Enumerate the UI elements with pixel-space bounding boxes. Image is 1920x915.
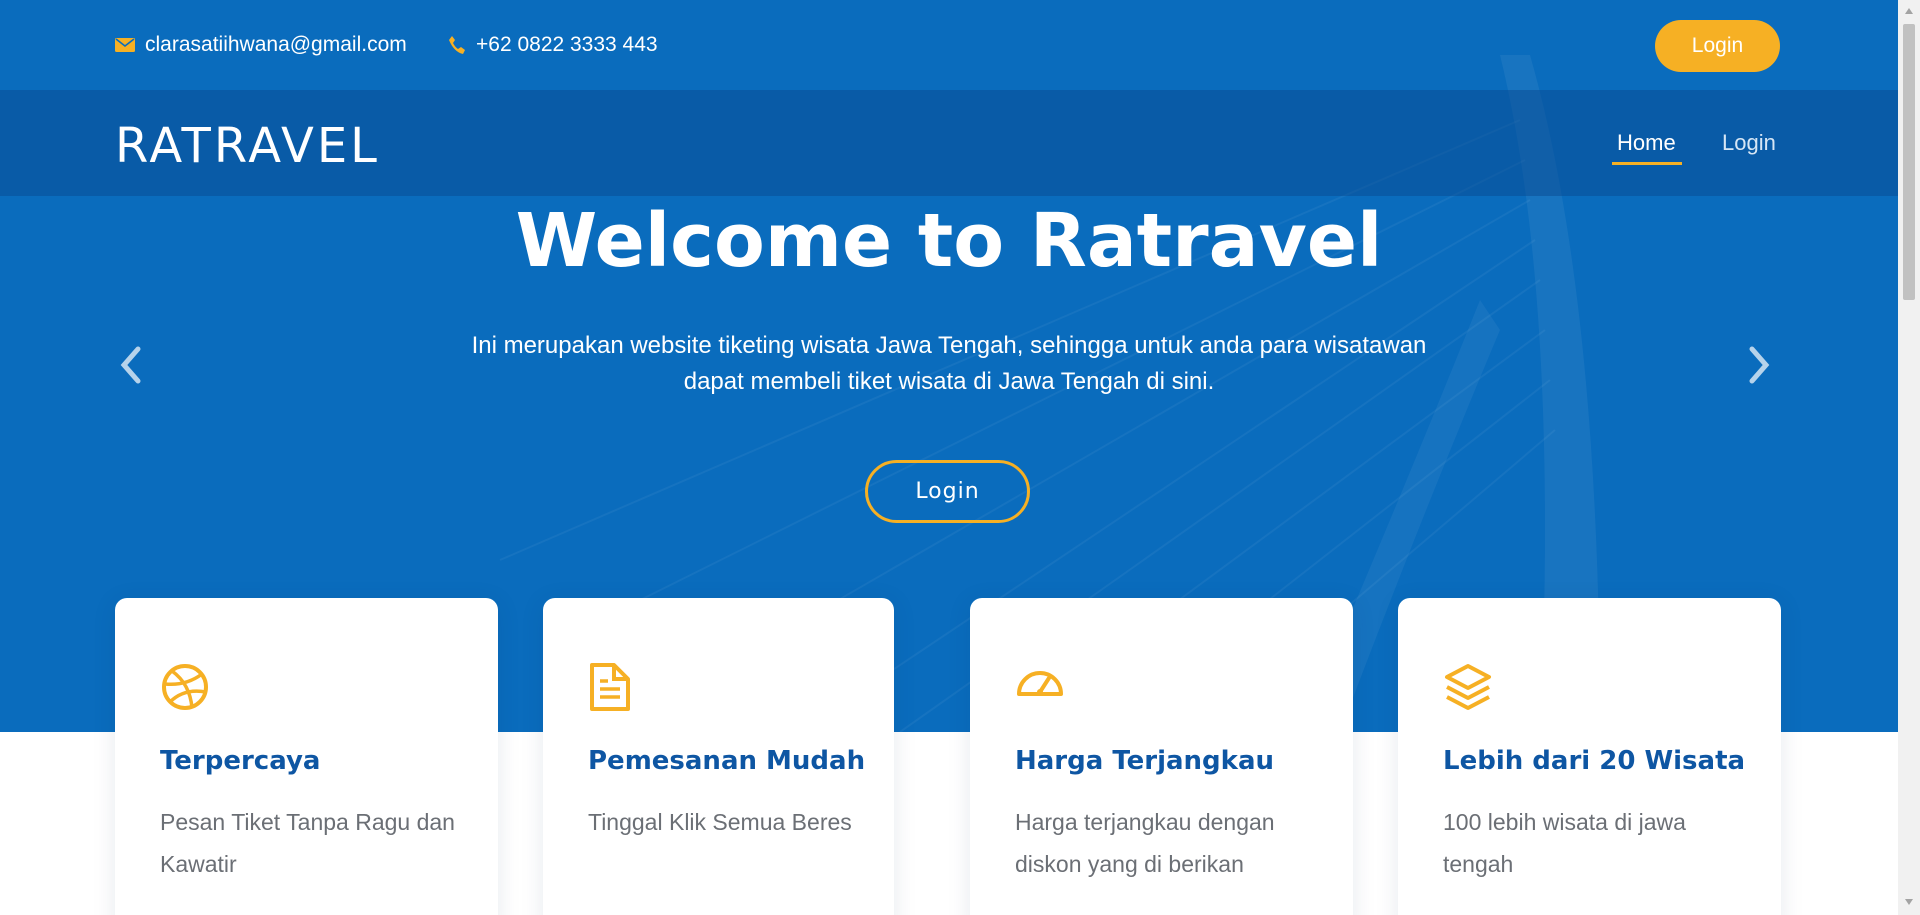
- hero-login-button[interactable]: Login: [865, 460, 1030, 523]
- feature-title: Harga Terjangkau: [1015, 746, 1274, 776]
- nav-item-home[interactable]: Home: [1617, 130, 1676, 156]
- top-login-button[interactable]: Login: [1655, 20, 1780, 72]
- feature-card[interactable]: Pemesanan Mudah Tinggal Klik Semua Beres: [543, 598, 894, 915]
- carousel-prev-button[interactable]: [118, 345, 142, 390]
- contact-email-text: clarasatiihwana@gmail.com: [145, 33, 407, 56]
- navbar: RATRAVEL Home Login: [0, 90, 1898, 196]
- nav-active-indicator: [1612, 162, 1682, 165]
- feature-card[interactable]: Harga Terjangkau Harga terjangkau dengan…: [970, 598, 1353, 915]
- feature-title: Lebih dari 20 Wisata: [1443, 746, 1746, 776]
- nav-item-login[interactable]: Login: [1722, 130, 1776, 156]
- scroll-down-arrow-icon[interactable]: [1904, 898, 1914, 906]
- feature-card[interactable]: Lebih dari 20 Wisata 100 lebih wisata di…: [1398, 598, 1781, 915]
- feature-cards: Terpercaya Pesan Tiket Tanpa Ragu dan Ka…: [0, 598, 1898, 915]
- feature-card[interactable]: Terpercaya Pesan Tiket Tanpa Ragu dan Ka…: [115, 598, 498, 915]
- feature-desc: 100 lebih wisata di jawa tengah: [1443, 809, 1686, 877]
- chevron-right-icon: [1749, 346, 1770, 384]
- hero-subtitle: Ini merupakan website tiketing wisata Ja…: [471, 332, 1427, 395]
- scrollbar-thumb[interactable]: [1903, 24, 1915, 300]
- layers-icon: [1445, 664, 1491, 710]
- contact-phone-text: +62 0822 3333 443: [476, 33, 658, 56]
- feature-desc: Tinggal Klik Semua Beres: [588, 809, 852, 835]
- feature-desc: Harga terjangkau dengan diskon yang di b…: [1015, 809, 1275, 877]
- page-scrollbar[interactable]: [1898, 0, 1920, 915]
- file-text-icon: [590, 663, 630, 711]
- contact-email[interactable]: clarasatiihwana@gmail.com: [115, 33, 407, 57]
- scroll-up-arrow-icon[interactable]: [1904, 7, 1914, 15]
- hero-title: Welcome to Ratravel: [515, 198, 1383, 284]
- brand-logo[interactable]: RATRAVEL: [115, 118, 380, 174]
- speedometer-icon: [1017, 671, 1063, 696]
- envelope-icon: [115, 38, 135, 52]
- feature-title: Pemesanan Mudah: [588, 746, 866, 776]
- chevron-left-icon: [120, 346, 141, 384]
- feature-title: Terpercaya: [160, 746, 321, 776]
- phone-icon: [449, 36, 465, 54]
- contact-phone[interactable]: +62 0822 3333 443: [448, 33, 658, 57]
- dribbble-icon: [162, 664, 208, 710]
- top-bar: clarasatiihwana@gmail.com +62 0822 3333 …: [0, 0, 1898, 90]
- feature-desc: Pesan Tiket Tanpa Ragu dan Kawatir: [160, 809, 455, 877]
- carousel-next-button[interactable]: [1748, 345, 1772, 390]
